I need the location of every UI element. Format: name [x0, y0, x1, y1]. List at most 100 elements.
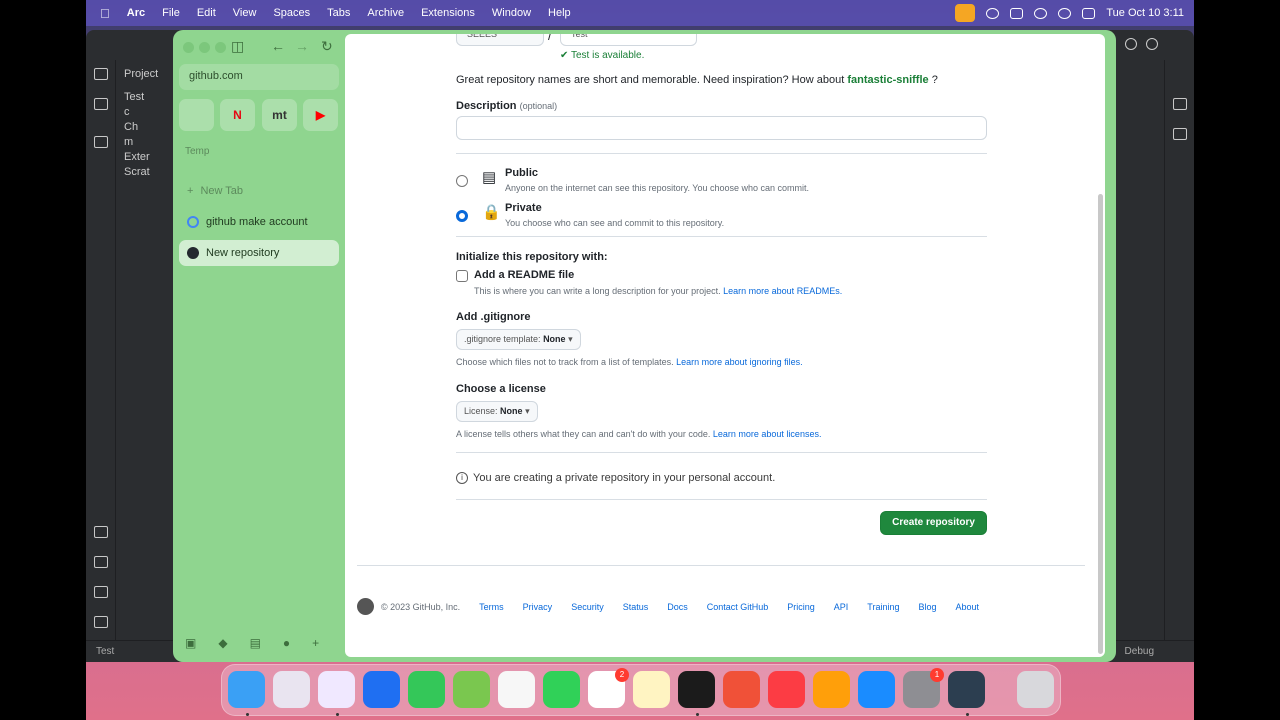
search-icon[interactable] [1125, 38, 1137, 50]
system-settings-icon[interactable]: 1 [903, 668, 944, 708]
apple-menu-icon[interactable]:  [100, 6, 110, 21]
problems-icon[interactable] [94, 616, 108, 628]
quicktime-icon[interactable] [948, 671, 985, 708]
facetime-icon[interactable] [543, 671, 580, 708]
favorite-netflix[interactable]: N [220, 99, 255, 131]
tab-new-repository[interactable]: New repository [179, 240, 339, 266]
status-debug[interactable]: Debug [1125, 646, 1154, 657]
record-icon[interactable] [986, 7, 1000, 19]
clion-icon[interactable] [678, 671, 715, 708]
terminal-icon[interactable] [94, 586, 108, 598]
footer-link-security[interactable]: Security [571, 602, 604, 612]
menu-spaces[interactable]: Spaces [273, 7, 310, 19]
gitignore-dropdown[interactable]: .gitignore template: None ▾ [456, 329, 581, 350]
dot-icon[interactable]: ● [283, 636, 290, 650]
footer-link-contact[interactable]: Contact GitHub [707, 602, 769, 612]
url-bar[interactable]: github.com [179, 64, 339, 90]
menu-extensions[interactable]: Extensions [421, 7, 475, 19]
tree-item[interactable]: c [116, 106, 176, 121]
bell-icon[interactable] [1173, 98, 1187, 110]
footer-link-about[interactable]: About [956, 602, 980, 612]
repo-name-input[interactable]: Test [560, 34, 697, 46]
tree-item[interactable]: Test [116, 91, 176, 106]
github-logo-icon[interactable] [357, 598, 374, 615]
microphone-icon[interactable] [955, 4, 976, 22]
status-project[interactable]: Test [96, 646, 114, 657]
back-arrow-icon[interactable]: ← [271, 38, 285, 54]
minimize-button[interactable] [199, 42, 210, 53]
tree-item[interactable]: Exter [116, 151, 176, 166]
menu-window[interactable]: Window [492, 7, 531, 19]
gear-icon[interactable] [1146, 38, 1158, 50]
menu-view[interactable]: View [233, 7, 257, 19]
sidebar-toggle-icon[interactable]: ◫ [231, 38, 244, 55]
menu-file[interactable]: File [162, 7, 180, 19]
new-tab-button[interactable]: + New Tab [179, 178, 339, 204]
footer-link-api[interactable]: API [834, 602, 849, 612]
license-dropdown[interactable]: License: None ▾ [456, 401, 538, 422]
warning-icon[interactable] [94, 526, 108, 538]
readme-learn-link[interactable]: Learn more about READMEs. [723, 286, 842, 296]
readme-checkbox[interactable] [456, 270, 468, 282]
messages-icon[interactable] [408, 671, 445, 708]
archive-icon[interactable]: ▣ [185, 636, 196, 650]
finder-icon[interactable] [228, 671, 265, 708]
favorite-youtube[interactable]: ▶ [303, 99, 338, 131]
database-icon[interactable] [1173, 128, 1187, 140]
tree-item[interactable]: m [116, 136, 176, 151]
tab-github-make-account[interactable]: github make account [179, 209, 339, 235]
create-repository-button[interactable]: Create repository [880, 511, 987, 535]
library-icon[interactable]: ▤ [250, 636, 261, 650]
forward-arrow-icon[interactable]: → [295, 38, 309, 54]
clock[interactable]: Tue Oct 10 3:11 [1106, 7, 1184, 19]
scrollbar[interactable] [1098, 194, 1103, 654]
favorite-mt[interactable]: mt [262, 99, 297, 131]
footer-link-docs[interactable]: Docs [667, 602, 688, 612]
control-center-icon[interactable] [1082, 7, 1096, 19]
commit-icon[interactable] [94, 98, 108, 110]
zoom-button[interactable] [215, 42, 226, 53]
reload-icon[interactable]: ↻ [321, 38, 333, 55]
navigation-icon[interactable] [363, 671, 400, 708]
folder-icon[interactable] [94, 68, 108, 80]
footer-link-status[interactable]: Status [623, 602, 649, 612]
space-icon[interactable]: ◆ [218, 636, 227, 650]
footer-link-training[interactable]: Training [867, 602, 899, 612]
favorite-calendar[interactable] [179, 99, 214, 131]
private-radio[interactable] [456, 210, 468, 222]
menu-edit[interactable]: Edit [197, 7, 216, 19]
run-icon[interactable] [94, 556, 108, 568]
footer-link-privacy[interactable]: Privacy [523, 602, 553, 612]
wifi-icon[interactable] [1034, 7, 1048, 19]
menu-app-name[interactable]: Arc [127, 7, 145, 19]
owner-select[interactable]: SEEES [456, 34, 544, 46]
footer-link-terms[interactable]: Terms [479, 602, 504, 612]
search-icon[interactable] [1058, 7, 1072, 19]
reminders-icon[interactable]: 2 [588, 668, 629, 708]
add-space-icon[interactable]: + [312, 636, 319, 650]
footer-link-blog[interactable]: Blog [918, 602, 936, 612]
tree-item[interactable]: Ch [116, 121, 176, 136]
menu-help[interactable]: Help [548, 7, 571, 19]
music-icon[interactable] [768, 671, 805, 708]
description-input[interactable] [456, 116, 987, 140]
battery-icon[interactable] [1010, 7, 1024, 19]
license-learn-link[interactable]: Learn more about licenses. [713, 429, 822, 439]
project-title[interactable]: Project [116, 68, 176, 83]
public-radio[interactable] [456, 175, 468, 187]
maps-icon[interactable] [453, 671, 490, 708]
menu-archive[interactable]: Archive [367, 7, 404, 19]
structure-icon[interactable] [94, 136, 108, 148]
tree-item[interactable]: Scrat [116, 166, 176, 181]
photos-icon[interactable] [498, 671, 535, 708]
swift-icon[interactable] [723, 671, 760, 708]
pages-icon[interactable] [813, 671, 850, 708]
arc-icon[interactable] [318, 671, 355, 708]
app-store-icon[interactable] [858, 671, 895, 708]
launchpad-icon[interactable] [273, 671, 310, 708]
notes-icon[interactable] [633, 671, 670, 708]
gitignore-learn-link[interactable]: Learn more about ignoring files. [676, 357, 803, 367]
close-button[interactable] [183, 42, 194, 53]
footer-link-pricing[interactable]: Pricing [787, 602, 815, 612]
trash-icon[interactable] [1017, 671, 1054, 708]
